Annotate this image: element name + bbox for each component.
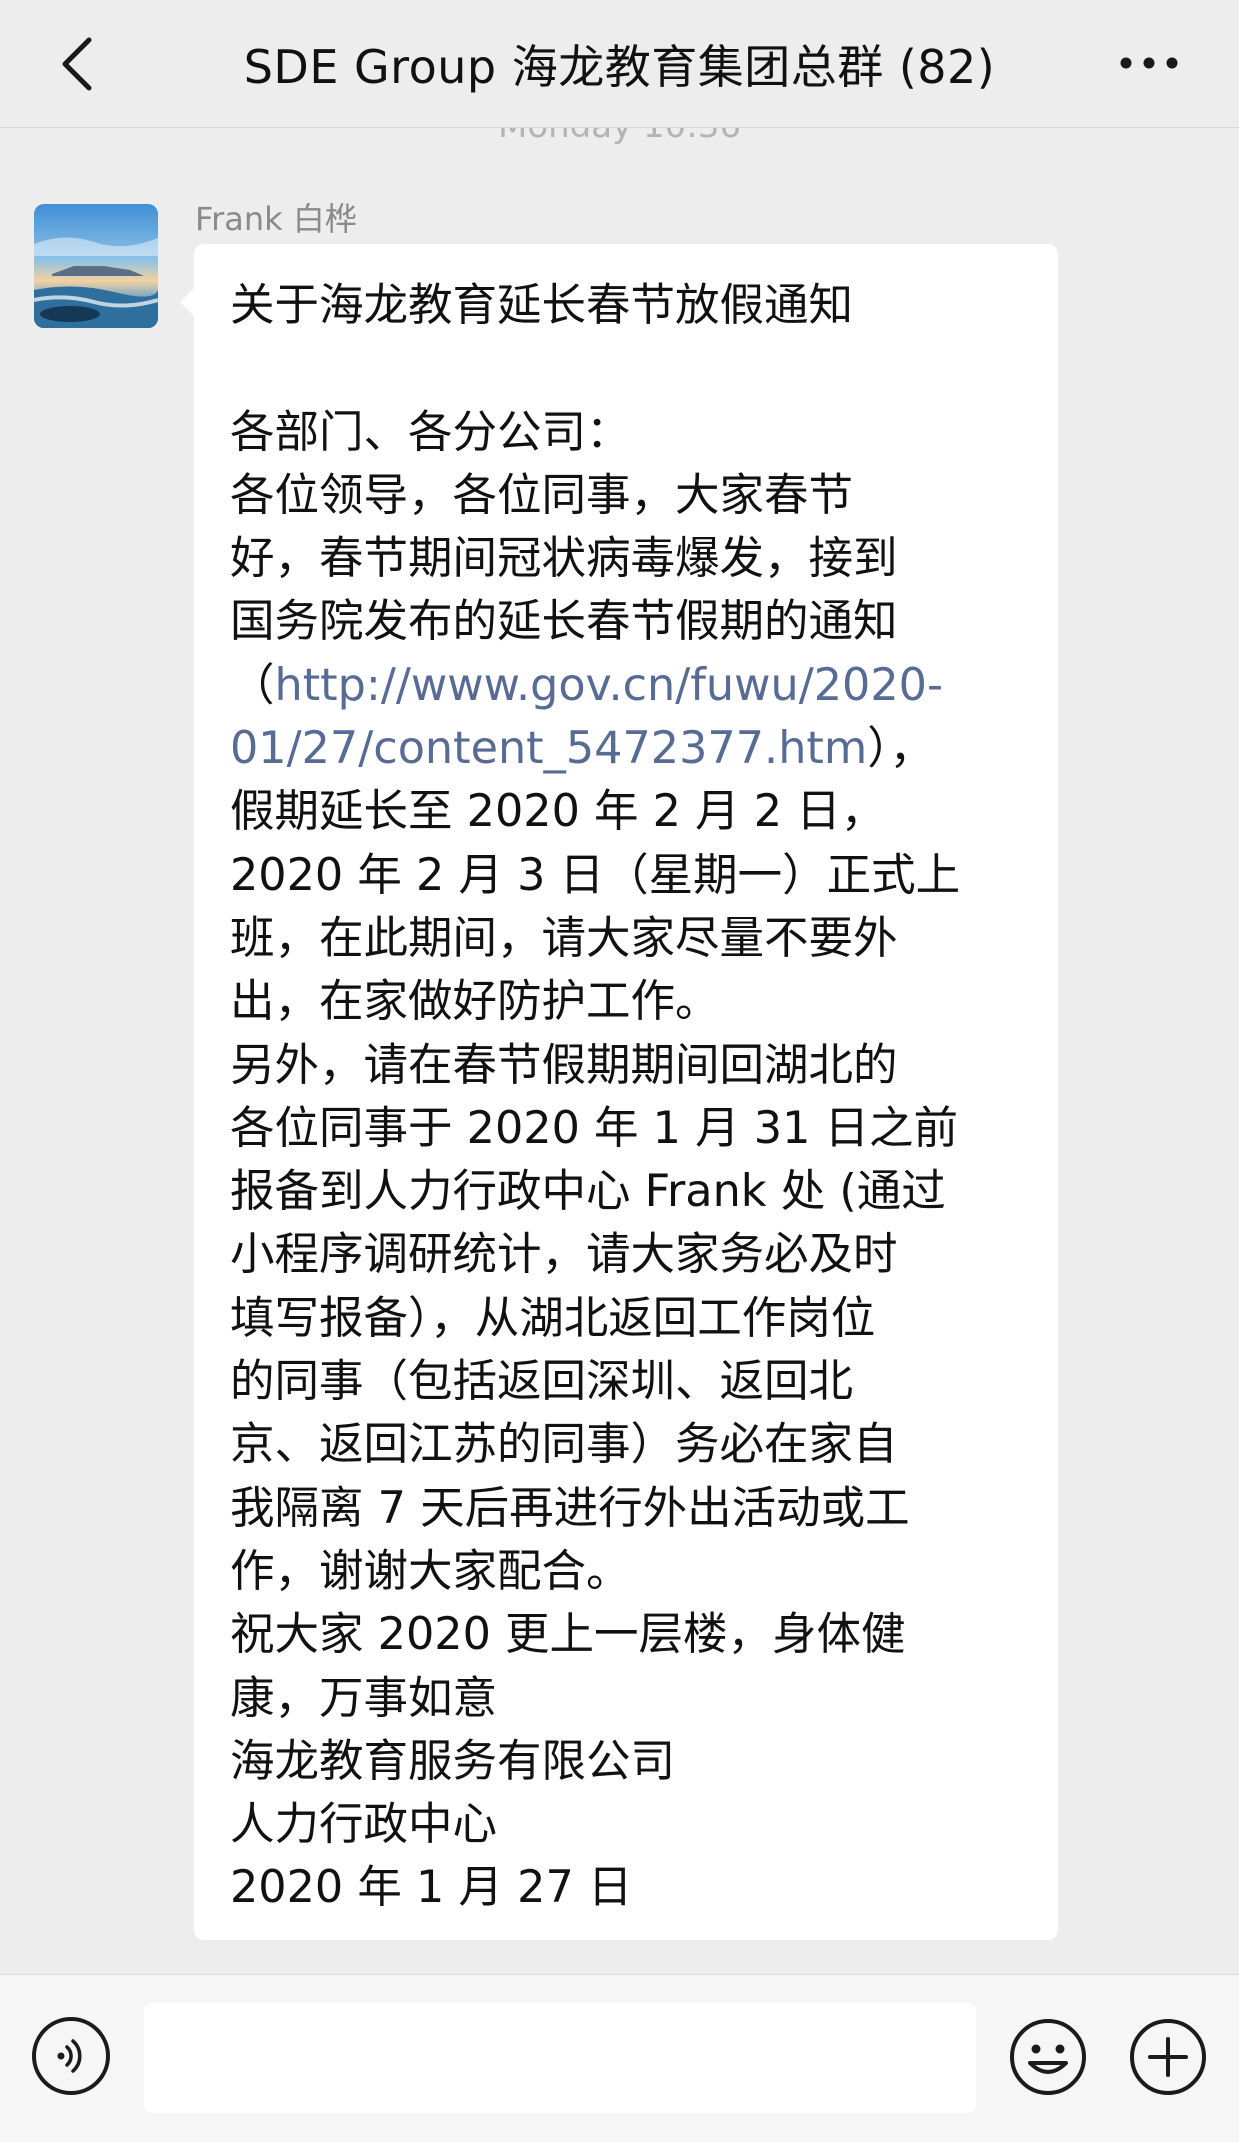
chat-header: SDE Group 海龙教育集团总群 (82) <box>0 0 1239 128</box>
message-text-segment: 各部门、各分公司： <box>230 406 631 458</box>
message-text: 关于海龙教育延长春节放假通知 各部门、各分公司： 各位领导，各位同事，大家春节 好，春… <box>230 274 1030 1920</box>
message-text-segment: 我隔离 7 天后再进行外出活动或工 <box>230 1482 910 1534</box>
message-line: 报备到人力行政中心 Frank 处 (通过 <box>230 1160 1030 1223</box>
back-button[interactable] <box>48 28 104 100</box>
message-line: 作，谢谢大家配合。 <box>230 1540 1030 1603</box>
more-actions-button[interactable] <box>1128 2017 1208 2097</box>
message-line: 2020 年 2 月 3 日（星期一）正式上 <box>230 844 1030 907</box>
voice-icon <box>57 2039 82 2073</box>
message-line: 关于海龙教育延长春节放假通知 <box>230 274 1030 337</box>
message-text-segment: 填写报备），从湖北返回工作岗位 <box>230 1292 876 1344</box>
message-line: 我隔离 7 天后再进行外出活动或工 <box>230 1477 1030 1540</box>
message-line: 海龙教育服务有限公司 <box>230 1730 1030 1793</box>
message-line: 国务院发布的延长春节假期的通知 <box>230 590 1030 653</box>
message-bubble[interactable]: 关于海龙教育延长春节放假通知 各部门、各分公司： 各位领导，各位同事，大家春节 好，春… <box>180 244 1058 1940</box>
message-text-segment: 假期延长至 2020 年 2 月 2 日， <box>230 786 886 838</box>
chat-title: SDE Group 海龙教育集团总群 (82) <box>243 39 996 94</box>
emoji-button[interactable] <box>1008 2017 1088 2097</box>
sender-name: Frank 白桦 <box>195 200 357 238</box>
message-line: 的同事（包括返回深圳、返回北 <box>230 1350 1030 1413</box>
message-text-segment: 2020 年 2 月 3 日（星期一）正式上 <box>230 849 961 901</box>
message-text-segment: （ <box>230 659 275 711</box>
message-text-segment: 祝大家 2020 更上一层楼，身体健 <box>230 1609 906 1661</box>
message-text-segment: 关于海龙教育延长春节放假通知 <box>230 280 854 331</box>
message-text-segment: 2020 年 1 月 27 日 <box>230 1862 633 1914</box>
message-line: 班，在此期间，请大家尽量不要外 <box>230 907 1030 970</box>
message-line: 各位同事于 2020 年 1 月 31 日之前 <box>230 1097 1030 1160</box>
message-line: 填写报备），从湖北返回工作岗位 <box>230 1287 1030 1350</box>
message-text-segment: 海龙教育服务有限公司 <box>230 1735 676 1787</box>
message-line: 2020 年 1 月 27 日 <box>230 1856 1030 1919</box>
message-link[interactable]: http://www.gov.cn/fuwu/2020- <box>275 660 944 711</box>
message-line: 01/27/content_5472377.htm）， <box>230 717 1030 780</box>
message-line: 好，春节期间冠状病毒爆发，接到 <box>230 527 1030 590</box>
chevron-left-icon <box>62 37 92 91</box>
message-text-segment: 班，在此期间，请大家尽量不要外 <box>230 912 898 964</box>
message-line: 假期延长至 2020 年 2 月 2 日， <box>230 780 1030 843</box>
message-text-segment: 的同事（包括返回深圳、返回北 <box>230 1356 854 1408</box>
message-line: 京、返回江苏的同事）务必在家自 <box>230 1413 1030 1476</box>
chat-screen: Monday 10:36 SDE Group 海龙教育集团总群 (82) <box>0 0 1239 2142</box>
message-text-segment: 京、返回江苏的同事）务必在家自 <box>230 1419 898 1471</box>
message-text-segment: 各位领导，各位同事，大家春节 <box>230 469 854 521</box>
message-line: 各部门、各分公司： <box>230 401 1030 464</box>
message-text-segment: 作，谢谢大家配合。 <box>230 1545 631 1597</box>
message-text-segment: 出，在家做好防护工作。 <box>230 976 720 1028</box>
sender-avatar[interactable] <box>34 204 158 328</box>
message-line: 出，在家做好防护工作。 <box>230 970 1030 1033</box>
message-text-segment: ）， <box>867 723 934 775</box>
message-text-segment: 报备到人力行政中心 Frank 处 (通过 <box>230 1166 946 1218</box>
message-line: 祝大家 2020 更上一层楼，身体健 <box>230 1603 1030 1666</box>
message-text-segment: 国务院发布的延长春节假期的通知 <box>230 596 898 648</box>
message-text-segment: 康，万事如意 <box>230 1672 498 1724</box>
message-text-segment: 另外，请在春节假期期间回湖北的 <box>230 1039 898 1091</box>
message-text-segment: 人力行政中心 <box>230 1799 498 1851</box>
more-dots-icon <box>1120 57 1178 69</box>
message-link[interactable]: 01/27/content_5472377.htm <box>230 723 867 774</box>
emoji-icon <box>1010 2019 1086 2095</box>
input-bar <box>0 1974 1239 2142</box>
message-text-segment: 各位同事于 2020 年 1 月 31 日之前 <box>230 1102 959 1154</box>
message-line: （http://www.gov.cn/fuwu/2020- <box>230 654 1030 717</box>
voice-button[interactable] <box>32 2017 110 2095</box>
plus-icon <box>1130 2019 1206 2095</box>
message-line: 康，万事如意 <box>230 1667 1030 1730</box>
message-line: 人力行政中心 <box>230 1793 1030 1856</box>
message-input[interactable] <box>144 2003 976 2113</box>
message-line: 各位领导，各位同事，大家春节 <box>230 464 1030 527</box>
more-button[interactable] <box>1109 30 1189 96</box>
message-text-segment: 好，春节期间冠状病毒爆发，接到 <box>230 533 898 585</box>
message-line: 小程序调研统计，请大家务必及时 <box>230 1223 1030 1286</box>
message-line <box>230 337 1030 400</box>
message-text-segment: 小程序调研统计，请大家务必及时 <box>230 1229 898 1281</box>
message-line: 另外，请在春节假期期间回湖北的 <box>230 1034 1030 1097</box>
